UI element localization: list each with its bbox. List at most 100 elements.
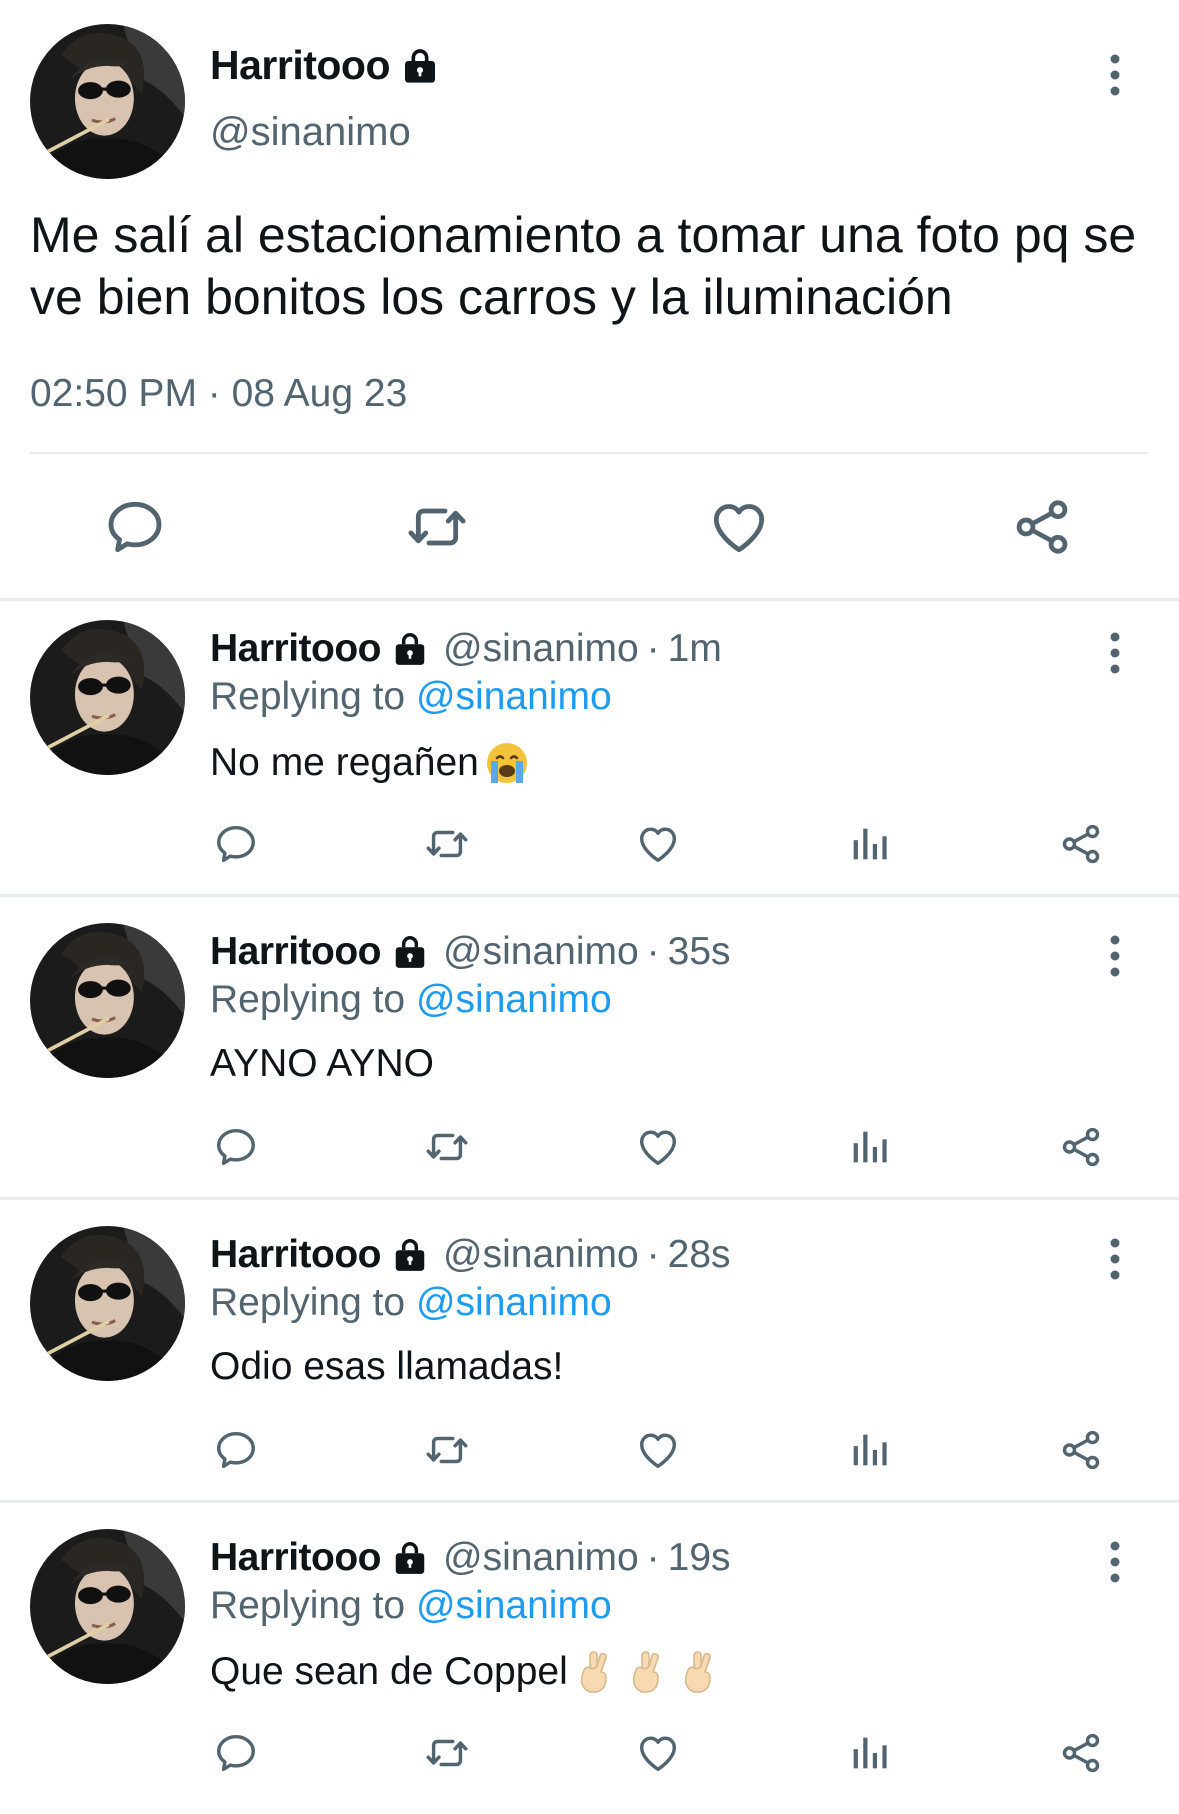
more-vertical-icon[interactable] <box>1109 631 1121 675</box>
more-vertical-icon[interactable] <box>1109 934 1121 978</box>
reply-time[interactable]: 19s <box>668 1536 731 1580</box>
lock-icon <box>391 933 429 971</box>
divider <box>0 894 1179 897</box>
more-vertical-icon[interactable] <box>1109 1237 1121 1281</box>
reply-icon[interactable] <box>213 1427 259 1473</box>
avatar[interactable] <box>30 620 185 775</box>
separator: · <box>646 1233 660 1276</box>
avatar-image <box>30 620 185 775</box>
reply-header: Harritooo @sinanimo · 1m <box>210 627 722 671</box>
retweet-icon[interactable] <box>424 821 470 867</box>
avatar-image <box>30 923 185 1078</box>
display-name[interactable]: Harritooo <box>210 930 382 974</box>
heart-icon[interactable] <box>707 495 771 559</box>
replying-label: Replying to <box>210 978 406 1021</box>
heart-icon[interactable] <box>635 821 681 867</box>
crossed-fingers-emoji <box>676 1648 724 1696</box>
stats-icon[interactable] <box>846 1124 892 1170</box>
separator: · <box>646 1536 660 1579</box>
share-icon[interactable] <box>1058 821 1104 867</box>
lock-icon <box>391 630 429 668</box>
stats-icon[interactable] <box>846 1427 892 1473</box>
reply-tweet[interactable]: Harritooo @sinanimo · 35s Replying to @sinan… <box>0 908 1179 1208</box>
display-name[interactable]: Harritooo <box>210 1536 382 1580</box>
avatar-image <box>30 1529 185 1684</box>
avatar[interactable] <box>30 1529 185 1684</box>
reply-time[interactable]: 28s <box>668 1233 731 1277</box>
reply-icon[interactable] <box>103 495 167 559</box>
share-icon[interactable] <box>1058 1124 1104 1170</box>
reply-header: Harritooo @sinanimo · 35s <box>210 930 731 974</box>
replying-label: Replying to <box>210 1584 406 1627</box>
replying-label: Replying to <box>210 1281 406 1324</box>
replying-to: Replying to @sinanimo <box>210 1281 612 1325</box>
reply-header: Harritooo @sinanimo · 28s <box>210 1233 731 1277</box>
crossed-fingers-emoji <box>572 1648 620 1696</box>
mention-link[interactable]: @sinanimo <box>416 978 612 1021</box>
avatar-image <box>30 1226 185 1381</box>
retweet-icon[interactable] <box>424 1427 470 1473</box>
retweet-icon[interactable] <box>424 1730 470 1776</box>
avatar[interactable] <box>30 24 185 179</box>
separator: · <box>646 930 660 973</box>
more-vertical-icon[interactable] <box>1109 53 1121 97</box>
main-tweet: Harritooo @sinanimo Me salí al estaciona… <box>0 0 1179 598</box>
lock-icon <box>391 1539 429 1577</box>
mention-link[interactable]: @sinanimo <box>416 675 612 718</box>
reply-icon[interactable] <box>213 821 259 867</box>
reply-icon[interactable] <box>213 1730 259 1776</box>
handle[interactable]: @sinanimo <box>443 1233 639 1277</box>
reply-text-row: Odio esas llamadas! <box>210 1345 563 1389</box>
replying-to: Replying to @sinanimo <box>210 675 612 719</box>
display-name[interactable]: Harritooo <box>210 627 382 671</box>
reply-time[interactable]: 1m <box>668 627 722 671</box>
reply-icon[interactable] <box>213 1124 259 1170</box>
divider <box>0 1197 1179 1200</box>
stats-icon[interactable] <box>846 1730 892 1776</box>
avatar[interactable] <box>30 1226 185 1381</box>
retweet-icon[interactable] <box>405 495 469 559</box>
handle[interactable]: @sinanimo <box>443 930 639 974</box>
more-vertical-icon[interactable] <box>1109 1540 1121 1584</box>
reply-tweet[interactable]: Harritooo @sinanimo · 28s Replying to @sinan… <box>0 1211 1179 1511</box>
mention-link[interactable]: @sinanimo <box>416 1584 612 1627</box>
heart-icon[interactable] <box>635 1427 681 1473</box>
divider <box>30 452 1148 454</box>
avatar[interactable] <box>30 923 185 1078</box>
reply-text: No me regañen <box>210 741 479 784</box>
share-icon[interactable] <box>1058 1730 1104 1776</box>
lock-icon <box>391 1236 429 1274</box>
reply-tweet[interactable]: Harritooo @sinanimo · 19s Replying to @sinan… <box>0 1514 1179 1814</box>
reply-time[interactable]: 35s <box>668 930 731 974</box>
reply-header: Harritooo @sinanimo · 19s <box>210 1536 731 1580</box>
replying-to: Replying to @sinanimo <box>210 978 612 1022</box>
separator: · <box>646 627 660 670</box>
display-name[interactable]: Harritooo <box>210 1233 382 1277</box>
display-name[interactable]: Harritooo <box>210 42 391 89</box>
reply-text-row: No me regañen <box>210 739 531 787</box>
handle[interactable]: @sinanimo <box>443 627 639 671</box>
heart-icon[interactable] <box>635 1124 681 1170</box>
divider <box>0 1500 1179 1503</box>
divider <box>0 598 1179 601</box>
handle[interactable]: @sinanimo <box>443 1536 639 1580</box>
reply-tweet[interactable]: Harritooo @sinanimo · 1m Replying to @sinani… <box>0 605 1179 905</box>
reply-text-row: Que sean de Coppel <box>210 1648 724 1696</box>
reply-text: Odio esas llamadas! <box>210 1345 564 1388</box>
crossed-fingers-emoji <box>624 1648 672 1696</box>
replying-label: Replying to <box>210 675 406 718</box>
avatar-image <box>30 24 185 179</box>
share-icon[interactable] <box>1010 495 1074 559</box>
tweet-text: Me salí al estacionamiento a tomar una f… <box>30 207 1137 325</box>
mention-link[interactable]: @sinanimo <box>416 1281 612 1324</box>
replying-to: Replying to @sinanimo <box>210 1584 612 1628</box>
lock-icon <box>400 46 440 86</box>
heart-icon[interactable] <box>635 1730 681 1776</box>
reply-text: Que sean de Coppel <box>210 1650 568 1693</box>
tweet-timestamp[interactable]: 02:50 PM · 08 Aug 23 <box>30 372 407 416</box>
stats-icon[interactable] <box>846 821 892 867</box>
share-icon[interactable] <box>1058 1427 1104 1473</box>
handle[interactable]: @sinanimo <box>210 110 411 155</box>
loudly-crying-face-emoji <box>483 739 531 787</box>
retweet-icon[interactable] <box>424 1124 470 1170</box>
